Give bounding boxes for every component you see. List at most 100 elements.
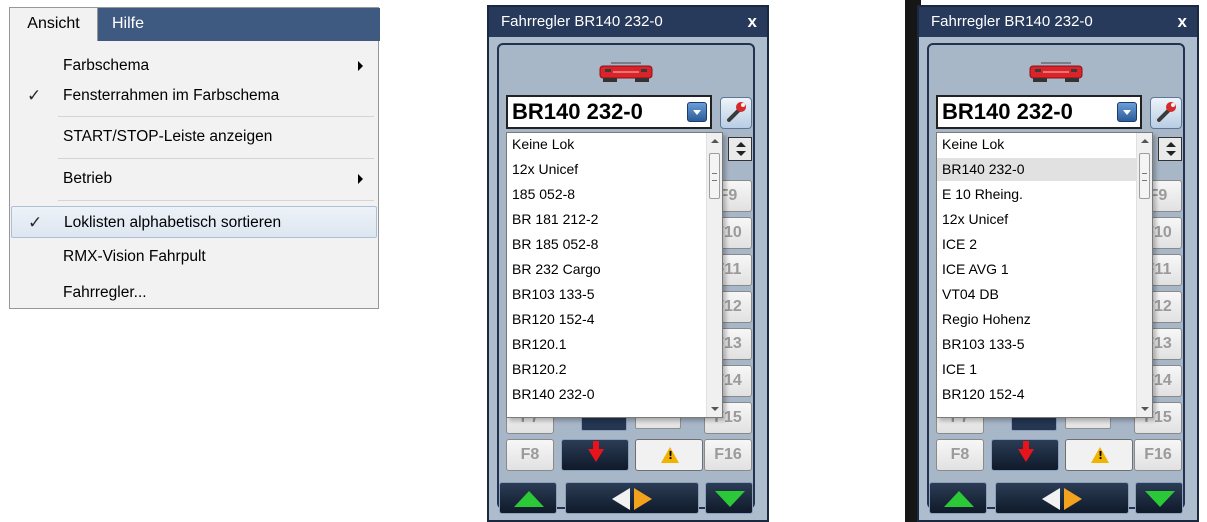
menu-separator: [58, 158, 374, 159]
chevron-down-icon[interactable]: [1117, 102, 1137, 122]
menu-separator: [58, 116, 374, 117]
green-arrow-down-icon: [1145, 491, 1175, 507]
throttle-body: BR140 232-0 F9 F10 F11 F12 F13 F14 F15 F…: [497, 43, 755, 514]
menu-tab-ansicht[interactable]: Ansicht: [10, 8, 98, 41]
list-item[interactable]: ICE 1: [937, 358, 1136, 381]
scroll-thumb[interactable]: [709, 153, 720, 199]
accelerate-button[interactable]: [499, 482, 557, 514]
loco-select[interactable]: BR140 232-0: [936, 95, 1142, 129]
function-key-f8[interactable]: F8: [936, 439, 984, 471]
green-arrow-up-icon: [944, 491, 974, 507]
list-item[interactable]: BR120.2: [507, 358, 706, 381]
menu-item-loklisten-sortieren[interactable]: ✓ Loklisten alphabetisch sortieren: [11, 206, 377, 238]
arrow-right-icon: [1064, 488, 1082, 510]
list-item[interactable]: 12x Unicef: [937, 208, 1136, 231]
stop-button[interactable]: [561, 439, 629, 471]
list-item[interactable]: BR120 152-4: [937, 383, 1136, 406]
list-item[interactable]: E 10 Rheing.: [937, 183, 1136, 206]
menu-item-betrieb[interactable]: Betrieb: [11, 163, 377, 195]
scroll-up-icon[interactable]: [1141, 139, 1149, 143]
list-item[interactable]: Keine Lok: [507, 133, 706, 156]
speed-step-spinner[interactable]: [728, 137, 752, 161]
function-key-f16[interactable]: F16: [704, 439, 752, 471]
list-item[interactable]: BR120.1: [507, 333, 706, 356]
speed-step-spinner[interactable]: [1158, 137, 1182, 161]
menu-item-rmx-vision[interactable]: RMX-Vision Fahrpult: [11, 241, 377, 273]
chevron-down-icon[interactable]: [687, 102, 707, 122]
list-item[interactable]: 185 052-8: [507, 183, 706, 206]
menu-item-label: Farbschema: [63, 57, 150, 74]
warning-icon: [1091, 447, 1109, 463]
red-arrow-down-icon: [588, 441, 604, 462]
selected-loco: BR140 232-0: [512, 99, 643, 124]
arrow-left-icon: [612, 488, 630, 510]
arrow-left-icon: [1042, 488, 1060, 510]
direction-button[interactable]: [995, 482, 1129, 514]
list-item[interactable]: VT04 DB: [937, 283, 1136, 306]
warning-icon: [661, 447, 679, 463]
menu-item-label: Fensterrahmen im Farbschema: [63, 87, 280, 104]
wrench-icon: [1157, 102, 1176, 122]
menubar: Ansicht Hilfe: [10, 8, 380, 41]
submenu-arrow-icon: [358, 61, 363, 71]
direction-button[interactable]: [565, 482, 699, 514]
list-item[interactable]: Regio Hohenz: [937, 308, 1136, 331]
scroll-up-icon[interactable]: [711, 139, 719, 143]
throttle-body: BR140 232-0 F9 F10 F11 F12 F13 F14 F15 F…: [927, 43, 1185, 514]
menu-item-farbschema[interactable]: Farbschema: [11, 50, 377, 82]
list-item[interactable]: 12x Unicef: [507, 158, 706, 181]
menu-item-start-stop[interactable]: START/STOP-Leiste anzeigen: [11, 121, 377, 153]
menu-item-label: RMX-Vision Fahrpult: [63, 248, 206, 265]
decelerate-button[interactable]: [705, 482, 753, 514]
check-icon: ✓: [28, 213, 43, 232]
list-item[interactable]: BR103 133-5: [507, 283, 706, 306]
close-icon[interactable]: x: [748, 7, 757, 37]
menu-tab-hilfe[interactable]: Hilfe: [102, 8, 154, 41]
menu-item-label: START/STOP-Leiste anzeigen: [63, 128, 273, 145]
stop-button[interactable]: [991, 439, 1059, 471]
menu-item-fensterrahmen[interactable]: ✓ Fensterrahmen im Farbschema: [11, 80, 377, 112]
list-item[interactable]: ICE AVG 1: [937, 258, 1136, 281]
throttle-window-2: Fahrregler BR140 232-0 x BR140 232-0 F9 …: [917, 5, 1199, 522]
window-title-bar: Fahrregler BR140 232-0 x: [919, 7, 1197, 37]
scroll-down-icon[interactable]: [711, 407, 719, 411]
scroll-thumb[interactable]: [1139, 153, 1150, 199]
loco-select[interactable]: BR140 232-0: [506, 95, 712, 129]
list-item[interactable]: BR120 152-4: [507, 308, 706, 331]
list-item[interactable]: Keine Lok: [937, 133, 1136, 156]
emergency-button[interactable]: [635, 439, 703, 471]
window-title: Fahrregler BR140 232-0: [501, 13, 663, 30]
decelerate-button[interactable]: [1135, 482, 1183, 514]
window-title: Fahrregler BR140 232-0: [931, 13, 1093, 30]
submenu-arrow-icon: [358, 174, 363, 184]
scroll-down-icon[interactable]: [1141, 407, 1149, 411]
accelerate-button[interactable]: [929, 482, 987, 514]
list-item[interactable]: BR 185 052-8: [507, 233, 706, 256]
locomotive-icon: [599, 62, 653, 82]
list-item[interactable]: ICE 2: [937, 233, 1136, 256]
list-item[interactable]: BR103 133-5: [937, 333, 1136, 356]
emergency-button[interactable]: [1065, 439, 1133, 471]
menu-item-fahrregler[interactable]: Fahrregler...: [11, 277, 377, 309]
red-arrow-down-icon: [1018, 441, 1034, 462]
list-item[interactable]: BR140 232-0: [507, 383, 706, 406]
menu-item-label: Loklisten alphabetisch sortieren: [64, 214, 282, 231]
loco-dropdown-list[interactable]: Keine Lok 12x Unicef 185 052-8 BR 181 21…: [506, 132, 723, 418]
menu-item-label: Betrieb: [63, 170, 113, 187]
check-icon: ✓: [27, 86, 42, 105]
settings-button[interactable]: [720, 97, 752, 129]
menu-item-label: Fahrregler...: [63, 284, 147, 301]
function-key-f16[interactable]: F16: [1134, 439, 1182, 471]
scrollbar[interactable]: [1136, 133, 1152, 417]
throttle-window-1: Fahrregler BR140 232-0 x BR140 232-0 F9: [487, 5, 769, 522]
list-item[interactable]: BR 181 212-2: [507, 208, 706, 231]
close-icon[interactable]: x: [1178, 7, 1187, 37]
list-item[interactable]: BR 232 Cargo: [507, 258, 706, 281]
function-key-f8[interactable]: F8: [506, 439, 554, 471]
settings-button[interactable]: [1150, 97, 1182, 129]
scrollbar[interactable]: [706, 133, 722, 417]
window-title-bar: Fahrregler BR140 232-0 x: [489, 7, 767, 37]
view-menu: Ansicht Hilfe Farbschema ✓ Fensterrahmen…: [9, 7, 380, 309]
loco-dropdown-list[interactable]: Keine Lok BR140 232-0 E 10 Rheing. 12x U…: [936, 132, 1153, 418]
list-item-highlighted[interactable]: BR140 232-0: [937, 158, 1136, 181]
